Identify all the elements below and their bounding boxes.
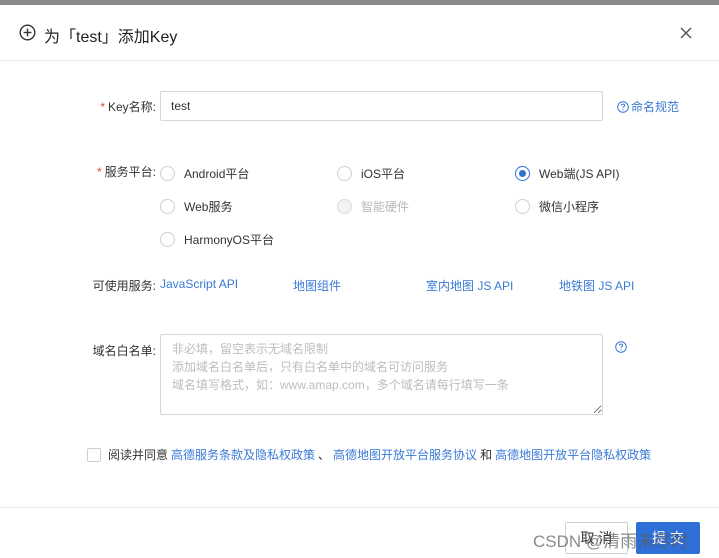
radio-ios[interactable]: iOS平台 bbox=[337, 165, 405, 182]
radio-android[interactable]: Android平台 bbox=[160, 165, 249, 182]
naming-rules-text: 命名规范 bbox=[631, 100, 680, 114]
naming-rules-link[interactable]: 命名规范 bbox=[617, 98, 679, 115]
services-label: 可使用服务: bbox=[92, 279, 156, 293]
radio-circle bbox=[337, 199, 352, 214]
key-name-label-text: Key名称: bbox=[107, 100, 156, 114]
terms-privacy-link[interactable]: 高德服务条款及隐私权政策 bbox=[171, 446, 315, 463]
whitelist-textarea[interactable] bbox=[160, 334, 603, 415]
radio-label: Web服务 bbox=[184, 200, 233, 214]
radio-circle[interactable] bbox=[160, 232, 175, 247]
agreement-checkbox[interactable] bbox=[87, 447, 101, 462]
agreement-prefix: 阅读并同意 bbox=[108, 448, 169, 462]
plus-circle-icon bbox=[19, 24, 36, 41]
privacy-policy-link[interactable]: 高德地图开放平台隐私权政策 bbox=[495, 446, 651, 463]
radio-harmonyos[interactable]: HarmonyOS平台 bbox=[160, 231, 274, 248]
radio-smart-hardware: 智能硬件 bbox=[337, 198, 409, 215]
help-icon bbox=[615, 341, 627, 353]
dialog-title: 为「test」添加Key bbox=[44, 29, 178, 46]
platform-label: * 服务平台: bbox=[88, 163, 156, 180]
add-key-dialog: 为「test」添加Key *Key名称: 命名规范 *服务平台: Android… bbox=[0, 5, 719, 558]
radio-wechat-miniprogram[interactable]: 微信小程序 bbox=[515, 198, 599, 215]
required-mark: * bbox=[100, 100, 105, 114]
radio-label: HarmonyOS平台 bbox=[184, 233, 275, 247]
agreement-row: 阅读并同意 高德服务条款及隐私权政策 、 高德地图开放平台服务协议 和 高德地图… bbox=[87, 446, 651, 463]
radio-circle[interactable] bbox=[337, 166, 352, 181]
radio-label: Web端(JS API) bbox=[539, 167, 620, 181]
cancel-button[interactable]: 取 消 bbox=[565, 522, 628, 554]
required-mark: * bbox=[96, 165, 102, 179]
agreement-separator: 、 bbox=[318, 448, 331, 462]
radio-label: 微信小程序 bbox=[539, 200, 600, 214]
key-name-label: * Key名称: bbox=[88, 98, 156, 115]
whitelist-help[interactable] bbox=[615, 341, 627, 353]
radio-circle[interactable] bbox=[160, 199, 175, 214]
agreement-separator: 和 bbox=[480, 448, 493, 462]
radio-web-jsapi[interactable]: Web端(JS API) bbox=[515, 165, 619, 182]
radio-web-service[interactable]: Web服务 bbox=[160, 198, 232, 215]
close-icon[interactable] bbox=[678, 25, 694, 41]
help-icon bbox=[617, 100, 629, 113]
radio-circle[interactable] bbox=[160, 166, 175, 181]
platform-label-text: 服务平台: bbox=[104, 165, 156, 179]
radio-circle[interactable] bbox=[515, 166, 530, 181]
dialog-header: 为「test」添加Key bbox=[0, 5, 719, 61]
radio-circle[interactable] bbox=[515, 199, 530, 214]
service-indoor-map[interactable]: 室内地图 JS API bbox=[426, 277, 513, 294]
service-map-component[interactable]: 地图组件 bbox=[293, 277, 341, 294]
service-agreement-link[interactable]: 高德地图开放平台服务协议 bbox=[333, 446, 477, 463]
radio-label: 智能硬件 bbox=[361, 200, 410, 214]
radio-label: Android平台 bbox=[184, 167, 250, 181]
key-name-input[interactable] bbox=[160, 91, 603, 121]
service-subway-map[interactable]: 地铁图 JS API bbox=[559, 277, 634, 294]
service-javascript-api[interactable]: JavaScript API bbox=[160, 277, 238, 291]
dialog-footer: 取 消 提 交 bbox=[0, 507, 719, 558]
whitelist-label: 域名白名单: bbox=[92, 344, 156, 358]
radio-label: iOS平台 bbox=[361, 167, 406, 181]
submit-button[interactable]: 提 交 bbox=[636, 522, 700, 554]
